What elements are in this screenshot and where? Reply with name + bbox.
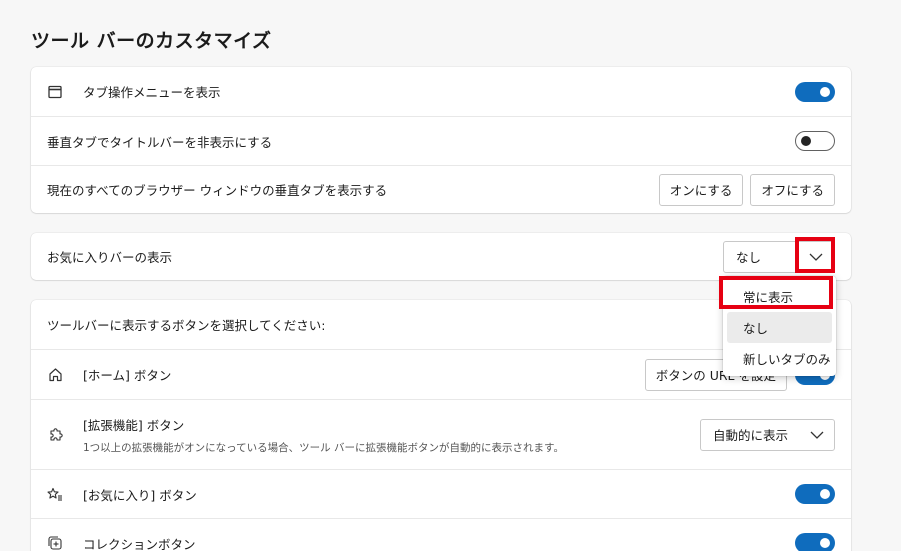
extensions-button-row: [拡張機能] ボタン 1つ以上の拡張機能がオンになっている場合、ツール バーに拡… (31, 399, 851, 469)
extensions-label-group: [拡張機能] ボタン 1つ以上の拡張機能がオンになっている場合、ツール バーに拡… (83, 415, 700, 455)
tab-actions-menu-label: タブ操作メニューを表示 (83, 85, 221, 100)
hide-titlebar-toggle[interactable] (795, 131, 835, 151)
chevron-highlight-box (795, 237, 835, 273)
favorites-button-row: [お気に入り] ボタン (31, 469, 851, 518)
turn-off-button[interactable]: オフにする (750, 173, 835, 206)
favorites-bar-selected: なし (736, 250, 762, 265)
favorites-bar-label: お気に入りバーの表示 (47, 250, 173, 265)
tab-window-icon (47, 84, 63, 100)
settings-page: ツール バーのカスタマイズ タブ操作メニューを表示 垂直タブでタイトルバーを非表… (0, 0, 901, 551)
tab-actions-menu-toggle[interactable] (795, 81, 835, 102)
favorites-star-icon (47, 486, 63, 502)
extensions-visibility-selected: 自動的に表示 (713, 428, 789, 443)
hide-titlebar-label: 垂直タブでタイトルバーを非表示にする (47, 134, 273, 150)
home-icon (47, 367, 63, 383)
chevron-down-icon (800, 431, 834, 439)
collections-button-row: コレクションボタン (31, 518, 851, 551)
hide-titlebar-row: 垂直タブでタイトルバーを非表示にする (31, 116, 851, 165)
dropdown-option-none[interactable]: なし (727, 312, 832, 343)
home-button-label: [ホーム] ボタン (83, 368, 172, 383)
vertical-tabs-label: 現在のすべてのブラウザー ウィンドウの垂直タブを表示する (47, 183, 388, 198)
extensions-visibility-select[interactable]: 自動的に表示 (700, 418, 835, 451)
collections-button-label: コレクションボタン (83, 536, 196, 551)
puzzle-icon (47, 427, 63, 443)
tab-actions-menu-row: タブ操作メニューを表示 (31, 67, 851, 116)
vertical-tabs-row: 現在のすべてのブラウザー ウィンドウの垂直タブを表示する オンにする オフにする (31, 165, 851, 213)
extensions-button-sublabel: 1つ以上の拡張機能がオンになっている場合、ツール バーに拡張機能ボタンが自動的に… (83, 441, 564, 454)
collections-icon (47, 535, 63, 551)
collections-button-toggle[interactable] (795, 533, 835, 551)
page-title: ツール バーのカスタマイズ (31, 30, 272, 52)
favorites-bar-row: お気に入りバーの表示 なし (31, 233, 851, 280)
toolbar-buttons-header-label: ツールバーに表示するボタンを選択してください: (47, 318, 326, 333)
favorites-bar-card: お気に入りバーの表示 なし (31, 233, 851, 280)
always-option-highlight-box (719, 276, 833, 309)
favorites-button-toggle[interactable] (795, 484, 835, 504)
turn-on-button[interactable]: オンにする (658, 173, 744, 206)
tab-settings-card: タブ操作メニューを表示 垂直タブでタイトルバーを非表示にする 現在のすべてのブラ… (31, 67, 851, 213)
dropdown-option-new-tab-only[interactable]: 新しいタブのみ (727, 343, 832, 374)
extensions-button-label: [拡張機能] ボタン (83, 417, 185, 433)
favorites-button-label: [お気に入り] ボタン (83, 487, 197, 503)
